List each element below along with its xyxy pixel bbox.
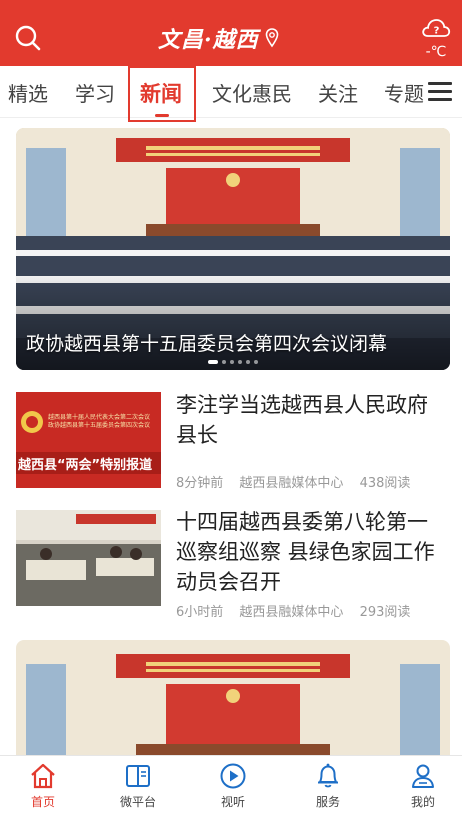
svg-text:?: ? [434,26,440,37]
logo-text: 文昌·越西 [158,27,259,53]
carousel-dot-active [208,360,218,364]
active-tab-indicator [155,114,169,117]
news-thumbnail [16,510,161,606]
carousel-dot [238,360,242,364]
nav-media[interactable]: 视听 [203,762,263,810]
tab-follow[interactable]: 关注 [318,78,358,107]
meeting-hall-photo [16,640,450,760]
carousel-dot [246,360,250,364]
news-title: 李注学当选越西县人民政府县长 [176,393,428,447]
category-tabs: 精选 学习 新闻 文化惠民 关注 专题 [0,66,462,122]
temperature-text: -℃ [425,44,447,60]
news-time: 6小时前 [176,605,224,620]
headline-banner[interactable]: 政协越西县第十五届委员会第四次会议闭幕 [16,128,450,370]
bell-icon [318,763,338,788]
tab-study[interactable]: 学习 [75,78,115,107]
weather-widget[interactable]: ? -℃ [420,16,452,60]
news-item[interactable]: 越西县第十届人民代表大会第二次会议 政协越西县第十五届委员会第四次会议 越西县“… [0,390,462,496]
news-meta: 6小时前 越西县融媒体中心 293阅读 [176,601,422,620]
news-reads: 438阅读 [359,476,411,491]
home-icon [31,763,55,789]
meeting-room-photo [16,510,161,606]
tab-culture[interactable]: 文化惠民 [212,78,292,107]
tab-featured[interactable]: 精选 [8,78,48,107]
app-logo: 文昌·越西 [158,22,279,54]
news-time: 8分钟前 [176,476,224,491]
carousel-dot [254,360,258,364]
nav-service-label: 服务 [315,795,340,809]
location-pin-icon [265,28,278,48]
carousel-dots [16,360,450,364]
search-icon[interactable] [14,24,42,52]
news-reads: 293阅读 [359,605,411,620]
nav-micro-platform[interactable]: 微平台 [108,762,168,810]
tab-news[interactable]: 新闻 [140,78,182,108]
nav-home-label: 首页 [30,795,55,809]
user-icon [412,764,434,788]
play-icon [220,763,246,789]
bottom-navigation: 首页 微平台 视听 服务 我的 [0,755,462,819]
carousel-dot [230,360,234,364]
news-source: 越西县融媒体中心 [239,476,344,491]
carousel-dot [222,360,226,364]
news-title: 十四届越西县委第八轮第一巡察组巡察 县绿色家园工作动员会召开 [176,510,435,594]
nav-micro-platform-label: 微平台 [119,795,156,809]
nav-profile[interactable]: 我的 [393,762,453,810]
app-screen: 文昌·越西 ? -℃ 精选 学习 新闻 文化惠民 关注 专题 政协越西县第十五届… [0,0,462,819]
thumb-title: 越西县“两会”特别报道 [18,458,153,473]
banner-caption: 政协越西县第十五届委员会第四次会议闭幕 [26,333,388,355]
nav-profile-label: 我的 [410,795,435,809]
top-header: 文昌·越西 ? -℃ [0,0,462,66]
two-sessions-graphic [16,392,161,488]
thumb-subtitle: 越西县第十届人民代表大会第二次会议 政协越西县第十五届委员会第四次会议 [48,414,151,429]
book-icon [126,765,150,787]
nav-home[interactable]: 首页 [13,762,73,810]
tab-topics[interactable]: 专题 [384,78,424,107]
news-thumbnail: 越西县第十届人民代表大会第二次会议 政协越西县第十五届委员会第四次会议 越西县“… [16,392,161,488]
menu-icon[interactable] [428,82,452,102]
news-meta: 8分钟前 越西县融媒体中心 438阅读 [176,472,422,491]
news-card-image[interactable] [16,640,450,760]
news-item[interactable]: 十四届越西县委第八轮第一巡察组巡察 县绿色家园工作动员会召开 6小时前 越西县融… [0,507,462,620]
nav-service[interactable]: 服务 [298,762,358,810]
cloud-question-icon: ? [422,19,451,37]
news-source: 越西县融媒体中心 [239,605,344,620]
nav-media-label: 视听 [220,795,245,809]
